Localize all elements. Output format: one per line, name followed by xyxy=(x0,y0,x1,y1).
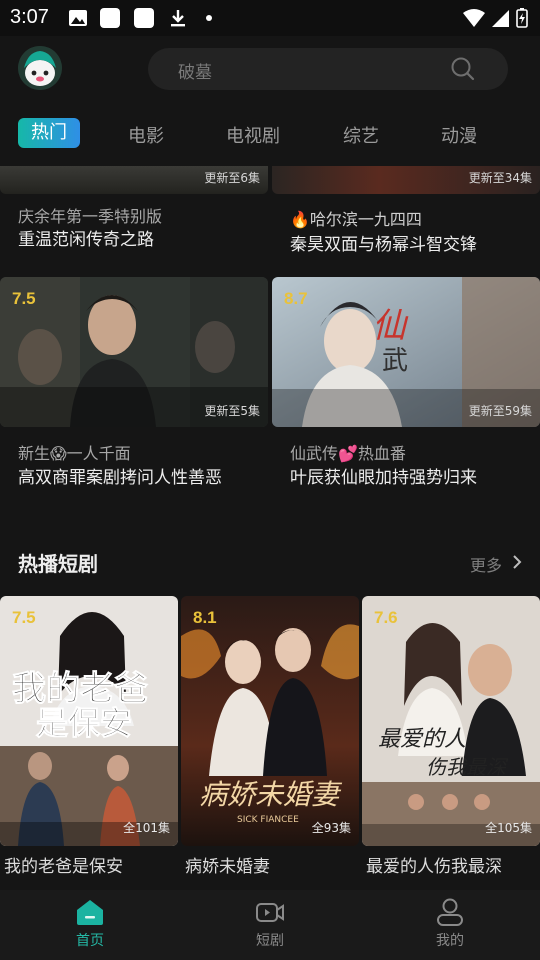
svg-text:病娇未婚妻: 病娇未婚妻 xyxy=(199,778,343,811)
tab-anime[interactable]: 动漫 xyxy=(441,122,477,148)
short-drama-card[interactable]: 病娇未婚妻 SICK FIANCEE 8.1 全93集 xyxy=(181,596,359,846)
svg-text:我的老爸: 我的老爸 xyxy=(12,669,148,709)
app-notification-icon xyxy=(100,8,120,28)
nav-home[interactable]: 首页 xyxy=(0,890,180,960)
avatar[interactable] xyxy=(18,46,62,90)
video-title[interactable]: 新生😱一人千面 xyxy=(18,440,131,464)
more-notifications-dot xyxy=(206,15,212,21)
status-time: 3:07 xyxy=(10,6,49,28)
poster-image: 最爱的人 伤我最深 xyxy=(362,596,540,846)
video-subtitle: 重温范闲传奇之路 xyxy=(18,230,154,250)
nav-home-label: 首页 xyxy=(76,933,104,949)
rating-score: 8.1 xyxy=(193,608,217,627)
app-notification-icon xyxy=(134,8,154,28)
section-title: 热播短剧 xyxy=(18,552,98,576)
nav-short-drama[interactable]: 短剧 xyxy=(180,890,360,960)
video-card[interactable]: 7.5 更新至5集 xyxy=(0,277,268,427)
wifi-icon xyxy=(463,9,485,27)
episode-count: 全101集 xyxy=(123,821,170,835)
update-status: 更新至59集 xyxy=(468,404,532,418)
status-bar: 3:07 xyxy=(0,0,540,36)
rating-score: 8.7 xyxy=(284,289,308,308)
rating-score: 7.5 xyxy=(12,289,36,308)
download-icon xyxy=(171,10,185,27)
short-drama-title[interactable]: 我的老爸是保安 xyxy=(4,852,123,877)
video-subtitle: 秦昊双面与杨幂斗智交锋 xyxy=(290,235,477,255)
video-card[interactable]: 更新至34集 xyxy=(272,166,540,194)
bottom-nav: 首页 短剧 我的 xyxy=(0,890,540,960)
svg-text:仙: 仙 xyxy=(372,306,409,346)
update-status: 更新至5集 xyxy=(204,404,260,418)
video-title[interactable]: 🔥哈尔滨一九四四 xyxy=(290,206,422,230)
svg-text:是保安: 是保安 xyxy=(36,704,132,742)
svg-text:最爱的人: 最爱的人 xyxy=(378,727,466,752)
poster-image: 我的老爸 是保安 xyxy=(0,596,178,846)
tab-hot[interactable]: 热门 xyxy=(18,118,80,148)
video-subtitle: 叶辰获仙眼加持强势归来 xyxy=(290,468,477,488)
profile-icon xyxy=(437,898,463,926)
mascot-avatar-icon xyxy=(18,46,62,90)
search-icon[interactable] xyxy=(450,56,476,82)
home-icon xyxy=(77,900,103,925)
short-drama-title[interactable]: 最爱的人伤我最深 xyxy=(366,852,502,877)
episode-count: 全93集 xyxy=(311,821,351,835)
video-card[interactable]: 更新至6集 xyxy=(0,166,268,194)
video-title[interactable]: 仙武传💕热血番 xyxy=(290,440,406,464)
poster-image: 病娇未婚妻 SICK FIANCEE xyxy=(181,596,359,846)
video-subtitle: 高双商罪案剧拷问人性善恶 xyxy=(18,468,222,488)
search-bar[interactable]: 破墓 xyxy=(148,48,508,90)
short-drama-card[interactable]: 最爱的人 伤我最深 7.6 全105集 xyxy=(362,596,540,846)
video-title[interactable]: 庆余年第一季特别版 xyxy=(18,203,162,227)
battery-icon xyxy=(516,8,528,28)
tab-movie[interactable]: 电影 xyxy=(128,122,164,148)
more-link[interactable]: 更多 xyxy=(470,552,502,576)
rating-score: 7.5 xyxy=(12,608,36,627)
nav-short-drama-label: 短剧 xyxy=(256,933,284,949)
signal-icon xyxy=(492,10,509,27)
short-drama-title[interactable]: 病娇未婚妻 xyxy=(185,852,270,877)
svg-text:伤我最深: 伤我最深 xyxy=(426,755,509,779)
video-card[interactable]: 仙 武 8.7 更新至59集 xyxy=(272,277,540,427)
short-drama-card[interactable]: 我的老爸 是保安 7.5 全101集 xyxy=(0,596,178,846)
gallery-icon xyxy=(69,10,87,26)
chevron-right-icon[interactable] xyxy=(510,554,524,570)
tab-variety[interactable]: 综艺 xyxy=(343,122,379,148)
category-tabs: 热门 电影 电视剧 综艺 动漫 xyxy=(0,118,540,154)
rating-score: 7.6 xyxy=(374,608,398,627)
update-status: 更新至34集 xyxy=(468,171,532,185)
search-input[interactable]: 破墓 xyxy=(178,58,212,83)
episode-count: 全105集 xyxy=(485,821,532,835)
tab-tv-series[interactable]: 电视剧 xyxy=(226,122,280,148)
update-status: 更新至6集 xyxy=(204,171,260,185)
svg-text:武: 武 xyxy=(382,346,408,376)
nav-profile-label: 我的 xyxy=(436,933,464,949)
video-icon xyxy=(256,903,284,922)
svg-text:SICK FIANCEE: SICK FIANCEE xyxy=(237,815,299,825)
nav-profile[interactable]: 我的 xyxy=(360,890,540,960)
